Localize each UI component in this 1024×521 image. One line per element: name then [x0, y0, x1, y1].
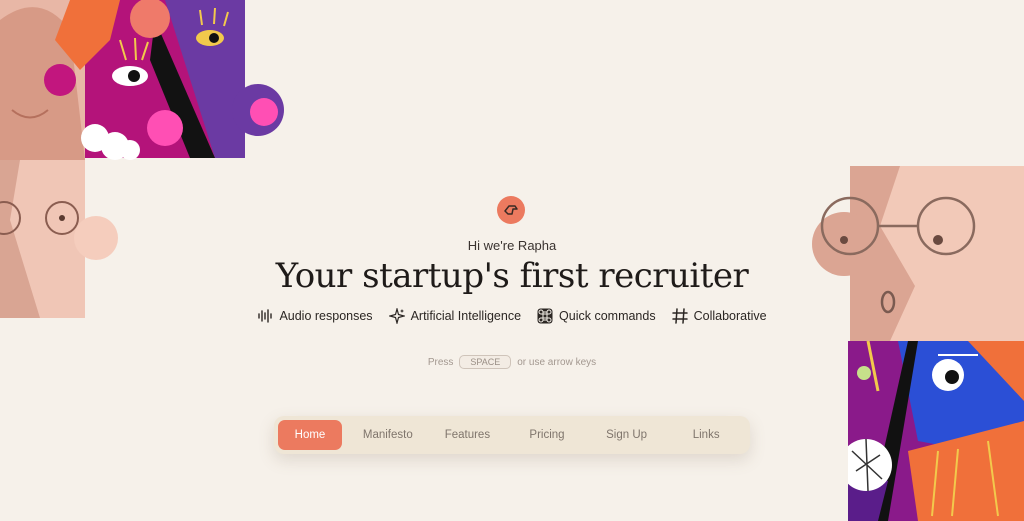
audio-wave-icon — [258, 309, 273, 323]
feature-ai: Artificial Intelligence — [388, 308, 522, 324]
nav-pricing[interactable]: Pricing — [507, 420, 587, 450]
space-key-badge: SPACE — [459, 355, 512, 369]
hand-icon — [504, 205, 518, 215]
nav-home[interactable]: Home — [278, 420, 342, 450]
feature-label: Quick commands — [559, 309, 656, 323]
bottom-nav: Home Manifesto Features Pricing Sign Up … — [274, 416, 750, 454]
feature-label: Audio responses — [279, 309, 373, 323]
feature-label: Artificial Intelligence — [410, 309, 522, 323]
nav-sign-up[interactable]: Sign Up — [587, 420, 667, 450]
hash-icon — [671, 308, 688, 324]
feature-audio: Audio responses — [257, 308, 373, 324]
feature-list: Audio responses Artificial Intelligence … — [0, 308, 1024, 324]
feature-collaborative: Collaborative — [671, 308, 767, 324]
nav-links[interactable]: Links — [666, 420, 746, 450]
sparkles-icon — [388, 308, 405, 324]
nav-features[interactable]: Features — [428, 420, 508, 450]
rapha-logo — [497, 196, 525, 224]
feature-label: Collaborative — [693, 309, 767, 323]
page-title: Your startup's first recruiter — [275, 256, 749, 296]
greeting-text: Hi we're Rapha — [467, 238, 557, 253]
keyboard-hint: Press SPACE or use arrow keys — [0, 355, 1024, 369]
illustration-top-left — [0, 0, 285, 160]
hint-suffix: or use arrow keys — [517, 356, 597, 368]
hint-prefix: Press — [427, 356, 454, 368]
nav-manifesto[interactable]: Manifesto — [348, 420, 428, 450]
command-icon — [537, 308, 553, 324]
feature-commands: Quick commands — [537, 308, 656, 324]
